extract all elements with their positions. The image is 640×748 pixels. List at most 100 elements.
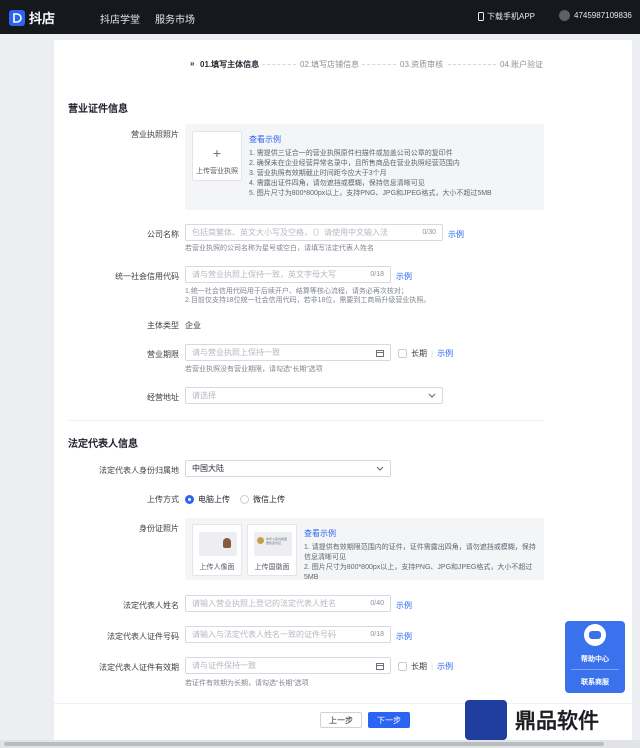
radio-unselected[interactable] <box>240 495 249 504</box>
credit-code-placeholder: 请与营业执照上保持一致，英文字母大写 <box>192 270 336 279</box>
legal-name-label: 法定代表人姓名 <box>123 601 179 610</box>
id-back-card-text: 中华人民共和国 居民身份证 <box>266 537 288 545</box>
entity-type-label: 主体类型 <box>147 321 179 330</box>
step-divider <box>262 64 296 65</box>
license-rules: 查看示例 1. 需提供三证合一的营业执照原件扫描件或加盖公司公章的复印件 2. … <box>249 135 539 199</box>
credit-code-hints: 1.统一社会信用代码用于后续开户、结算等核心流程，请务必再次核对； 2.目前仅支… <box>185 287 430 305</box>
upload-method-label: 上传方式 <box>147 495 179 504</box>
longterm-checkbox[interactable] <box>398 662 407 671</box>
company-example-link[interactable]: 示例 <box>448 229 464 240</box>
company-name-input[interactable]: 包括简繁体、英文大小写及空格，（）请使用中文输入法 0/30 <box>185 224 443 241</box>
next-button[interactable]: 下一步 <box>368 712 410 728</box>
license-rule: 4. 需露出证件四角，请勿遮挡或模糊，保持信息清晰可见 <box>249 180 425 187</box>
id-example-link[interactable]: 查看示例 <box>304 529 540 539</box>
id-number-label: 法定代表人证件号码 <box>107 632 179 641</box>
credit-code-count: 0/18 <box>370 271 384 278</box>
step-3: 03.资质审核 <box>400 60 444 69</box>
step-4: 04.账户验证 <box>500 60 544 69</box>
credit-code-input[interactable]: 请与营业执照上保持一致，英文字母大写 0/18 <box>185 266 391 283</box>
id-number-count: 0/18 <box>370 631 384 638</box>
business-term-longterm[interactable]: 长期 | 示例 <box>398 348 453 359</box>
credit-example-link[interactable]: 示例 <box>396 271 412 282</box>
license-rule: 2. 确保未在企业经营异常名录中，且所售商品在营业执照经营范围内 <box>249 160 460 167</box>
scrollbar-thumb[interactable] <box>4 742 604 746</box>
contact-service-link[interactable]: 联系商服 <box>565 677 625 687</box>
id-validity-hint: 若证件有效期为长期，请勾选“长期”选项 <box>185 680 309 687</box>
id-validity-input[interactable]: 请与证件保持一致 <box>185 657 391 674</box>
prev-button[interactable]: 上一步 <box>320 712 362 728</box>
id-validity-label: 法定代表人证件有效期 <box>99 663 179 672</box>
user-id: 4745987109836 <box>574 11 632 20</box>
region-value: 中国大陆 <box>192 464 224 473</box>
id-front-upload[interactable]: 上传人像面 <box>192 524 242 576</box>
validity-example-link[interactable]: 示例 <box>437 661 453 672</box>
region-label: 法定代表人身份归属地 <box>99 466 179 475</box>
chevron-down-icon <box>376 466 384 471</box>
id-number-input[interactable]: 请输入与法定代表人姓名一致的证件号码 0/18 <box>185 626 391 643</box>
legal-name-input[interactable]: 请输入营业执照上登记的法定代表人姓名 0/40 <box>185 595 391 612</box>
credit-hint: 2.目前仅支持18位统一社会信用代码，若非18位，需要到工商局升级营业执照。 <box>185 297 431 304</box>
business-term-input[interactable]: 请与营业执照上保持一致 <box>185 344 391 361</box>
id-back-upload[interactable]: 中华人民共和国 居民身份证 上传国徽面 <box>247 524 297 576</box>
credit-code-label: 统一社会信用代码 <box>115 272 179 281</box>
business-term-placeholder: 请与营业执照上保持一致 <box>192 348 280 357</box>
watermark-text: 鼎品软件 <box>515 710 599 733</box>
phone-icon <box>478 12 484 21</box>
license-rule: 1. 需提供三证合一的营业执照原件扫描件或加盖公司公章的复印件 <box>249 150 453 157</box>
longterm-label: 长期 <box>411 662 427 671</box>
watermark: 鼎品软件 <box>465 700 599 740</box>
portrait-icon <box>223 538 231 548</box>
calendar-icon <box>376 349 384 357</box>
legal-section-title: 法定代表人信息 <box>68 439 138 450</box>
longterm-checkbox[interactable] <box>398 349 407 358</box>
separator: | <box>431 349 434 358</box>
avatar-icon <box>559 10 570 21</box>
step-divider <box>362 64 396 65</box>
company-name-placeholder: 包括简繁体、英文大小写及空格，（）请使用中文输入法 <box>192 228 388 237</box>
business-section-title: 营业证件信息 <box>68 104 128 115</box>
calendar-icon <box>376 662 384 670</box>
longterm-label: 长期 <box>411 349 427 358</box>
step-active-chevron-icon: » <box>190 59 195 68</box>
id-front-card-icon <box>199 532 237 556</box>
region-select[interactable]: 中国大陆 <box>185 460 391 477</box>
download-app-link[interactable]: 下载手机APP <box>478 11 535 22</box>
logo[interactable]: 抖店 <box>9 8 55 27</box>
nav-academy[interactable]: 抖店学堂 <box>100 11 140 26</box>
credit-hint: 1.统一社会信用代码用于后续开户、结算等核心流程，请务必再次核对； <box>185 288 408 295</box>
step-2: 02.填写店铺信息 <box>300 60 360 69</box>
id-front-text: 上传人像面 <box>199 564 235 571</box>
upload-method-pc-label: 电脑上传 <box>198 495 230 504</box>
help-center-link[interactable]: 帮助中心 <box>565 654 625 664</box>
id-number-example-link[interactable]: 示例 <box>396 631 412 642</box>
watermark-logo-icon <box>465 700 507 740</box>
help-widget: 帮助中心 联系商服 <box>565 621 625 693</box>
upload-method-pc[interactable]: 电脑上传 <box>185 494 230 505</box>
nav-service-market[interactable]: 服务市场 <box>155 11 195 26</box>
separator: | <box>431 662 434 671</box>
company-name-count: 0/30 <box>422 229 436 236</box>
address-select[interactable]: 请选择 <box>185 387 443 404</box>
user-menu[interactable]: 4745987109836 <box>559 10 632 21</box>
license-rule: 5. 图片尺寸为800*800px以上，支持PNG、JPG和JPEG格式，大小不… <box>249 190 492 197</box>
legal-name-example-link[interactable]: 示例 <box>396 600 412 611</box>
top-bar: 抖店 抖店学堂 服务市场 下载手机APP 4745987109836 <box>0 0 640 34</box>
radio-selected[interactable] <box>185 495 194 504</box>
id-validity-longterm[interactable]: 长期 | 示例 <box>398 661 453 672</box>
license-example-link[interactable]: 查看示例 <box>249 135 539 145</box>
section-divider <box>68 420 544 421</box>
id-back-card-icon: 中华人民共和国 居民身份证 <box>254 532 292 556</box>
license-upload-button[interactable]: + 上传营业执照 <box>192 131 242 181</box>
id-rule: 1. 请提供有效期限范围内的证件，证件需露出四角，请勿遮挡或模糊，保持信息清晰可… <box>304 544 536 561</box>
upload-method-wechat[interactable]: 微信上传 <box>240 494 285 505</box>
term-example-link[interactable]: 示例 <box>437 348 453 359</box>
id-back-text: 上传国徽面 <box>254 564 290 571</box>
step-1: 01.填写主体信息 <box>200 60 260 69</box>
legal-name-count: 0/40 <box>370 600 384 607</box>
license-upload-text: 上传营业执照 <box>196 168 238 175</box>
step-divider <box>448 64 496 65</box>
emblem-icon <box>257 537 264 544</box>
legal-name-placeholder: 请输入营业执照上登记的法定代表人姓名 <box>192 599 336 608</box>
company-name-hint: 若营业执照的公司名称为星号或空白，请填写法定代表人姓名 <box>185 245 374 252</box>
download-app-label: 下载手机APP <box>487 12 536 21</box>
